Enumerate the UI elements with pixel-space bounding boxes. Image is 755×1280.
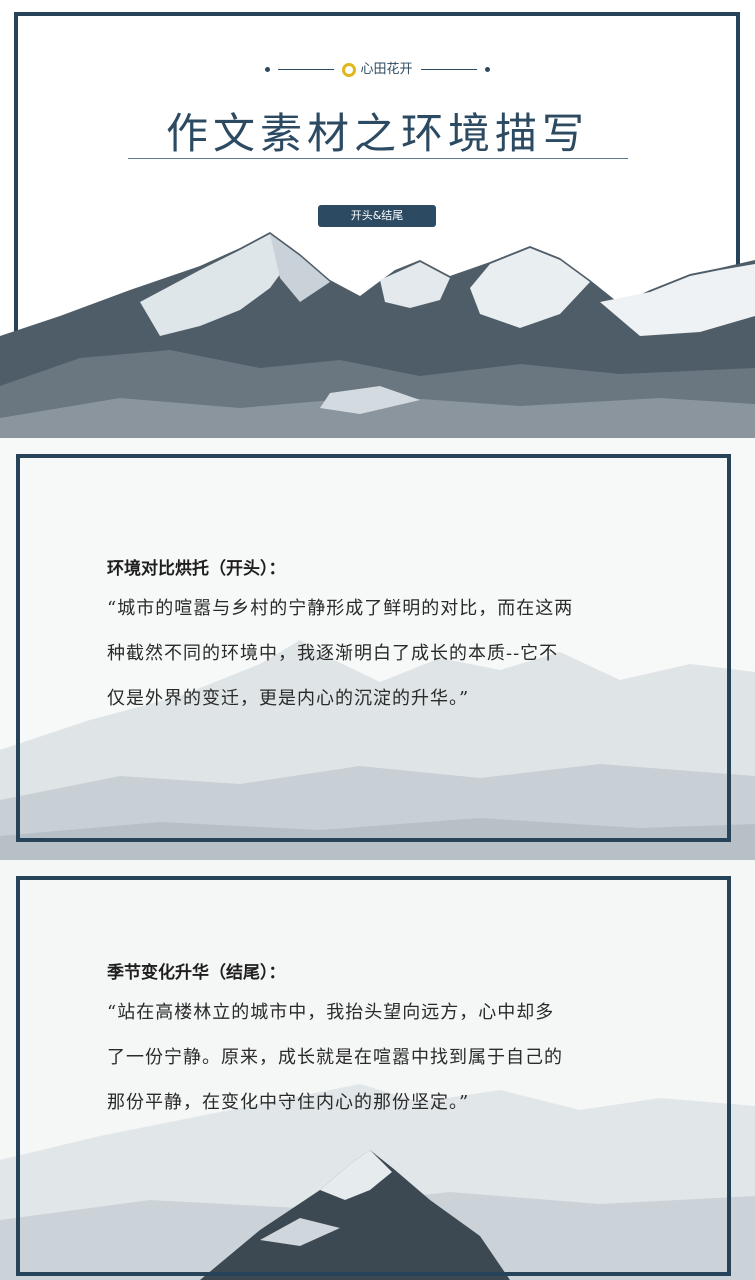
page-title: 作文素材之环境描写 <box>165 109 589 158</box>
opening-heading: 环境对比烘托（开头）： <box>107 559 286 579</box>
opening-line: 种截然不同的环境中，我逐渐明白了成长的本质--它不 <box>107 643 559 664</box>
ending-line: 那份平静，在变化中守住内心的那份坚定。” <box>107 1092 470 1113</box>
opening-line: 仅是外界的变迁，更是内心的沉淀的升华。” <box>107 688 470 709</box>
ending-panel: 季节变化升华（结尾）： “站在高楼林立的城市中，我抬头望向远方，心中却多 了一份… <box>0 860 755 1280</box>
ending-paragraph: “站在高楼林立的城市中，我抬头望向远方，心中却多 了一份宁静。原来，成长就是在喧… <box>107 990 717 1125</box>
ending-line: 了一份宁静。原来，成长就是在喧嚣中找到属于自己的 <box>107 1047 563 1068</box>
flower-icon <box>342 62 357 77</box>
opening-panel: 环境对比烘托（开头）： “城市的喧嚣与乡村的宁静形成了鲜明的对比，而在这两 种截… <box>0 438 755 860</box>
left-dot <box>265 67 271 72</box>
cover-panel: 心田花开 作文素材之环境描写 开头&结尾 <box>0 0 755 438</box>
right-dot <box>484 67 490 72</box>
right-rule <box>420 69 477 70</box>
ending-heading: 季节变化升华（结尾）： <box>107 963 286 983</box>
mountain-range-image <box>0 232 755 438</box>
brand-logo: 心田花开 <box>0 58 755 77</box>
opening-paragraph: “城市的喧嚣与乡村的宁静形成了鲜明的对比，而在这两 种截然不同的环境中，我逐渐明… <box>107 586 717 721</box>
left-rule <box>278 69 335 70</box>
title-underline <box>128 158 628 159</box>
opening-line: “城市的喧嚣与乡村的宁静形成了鲜明的对比，而在这两 <box>107 598 574 619</box>
brand-name: 心田花开 <box>360 62 413 77</box>
ending-line: “站在高楼林立的城市中，我抬头望向远方，心中却多 <box>107 1002 555 1023</box>
